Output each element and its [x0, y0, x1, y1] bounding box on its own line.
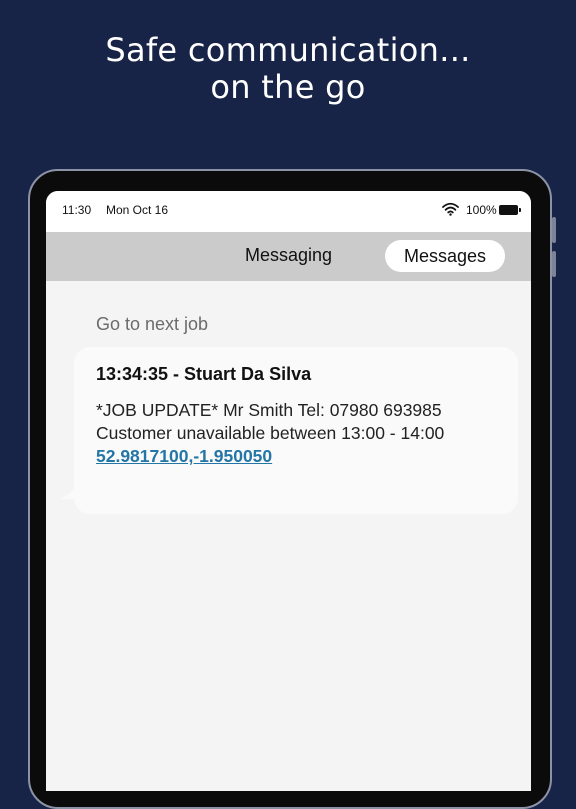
messages-tab-button[interactable]: Messages	[385, 240, 505, 272]
battery-icon	[499, 205, 521, 215]
status-date: Mon Oct 16	[106, 203, 169, 217]
headline: Safe communication... on the go	[0, 32, 576, 106]
coordinates-link[interactable]: 52.9817100,-1.950050	[96, 446, 272, 467]
headline-line-2: on the go	[210, 68, 366, 106]
status-bar: 11:30 Mon Oct 16 100%	[46, 191, 531, 232]
message-line: *JOB UPDATE* Mr Smith Tel: 07980 693985	[96, 400, 442, 420]
section-label: Go to next job	[96, 314, 209, 334]
tablet-screen: 11:30 Mon Oct 16 100% Messaging Messages…	[46, 191, 531, 791]
message-bubble[interactable]: 13:34:35 - Stuart Da Silva *JOB UPDATE* …	[74, 347, 518, 514]
battery-percent: 100%	[466, 203, 497, 217]
message-header: 13:34:35 - Stuart Da Silva	[96, 364, 312, 384]
nav-title: Messaging	[245, 245, 333, 265]
wifi-icon	[442, 202, 459, 216]
status-time: 11:30	[62, 203, 92, 217]
headline-line-1: Safe communication...	[105, 31, 471, 69]
navigation-bar: Messaging Messages	[46, 232, 531, 281]
volume-down-button	[552, 251, 556, 277]
message-line: Customer unavailable between 13:00 - 14:…	[96, 423, 445, 443]
volume-up-button	[552, 217, 556, 243]
